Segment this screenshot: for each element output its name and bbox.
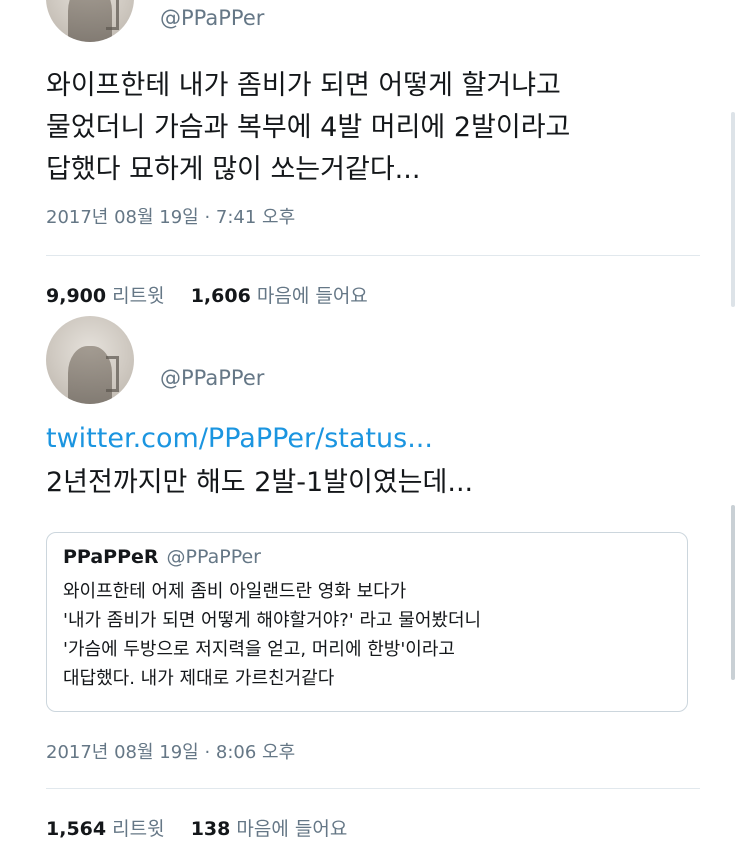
tweet-stats: 1,564 리트윗 138 마음에 들어요 <box>46 814 347 841</box>
quoted-user-name: PPaPPeR <box>63 546 159 568</box>
like-label[interactable]: 마음에 들어요 <box>236 818 347 840</box>
tweet-timestamp[interactable]: 2017년 08월 19일 · 7:41 오후 <box>46 203 295 229</box>
tweet-timestamp[interactable]: 2017년 08월 19일 · 8:06 오후 <box>46 738 295 764</box>
quoted-tweet[interactable]: PPaPPeR @PPaPPer 와이프한테 어제 좀비 아일랜드란 영화 보다가… <box>46 532 688 712</box>
user-handle[interactable]: @PPaPPer <box>160 6 264 30</box>
divider <box>46 255 700 256</box>
quoted-text-line: '내가 좀비가 되면 어떻게 해야할거야?' 라고 물어봤더니 <box>63 610 482 631</box>
tweet[interactable]: @PPaPPer twitter.com/PPaPPer/status... 2… <box>0 316 700 845</box>
quoted-text-line: '가슴에 두방으로 저지력을 얻고, 머리에 한방'이라고 <box>63 639 455 660</box>
user-handle[interactable]: @PPaPPer <box>160 366 264 390</box>
retweet-label[interactable]: 리트윗 <box>112 285 164 307</box>
tweet-text-line: 와이프한테 내가 좀비가 되면 어떻게 할거냐고 <box>46 70 561 101</box>
tweet-text: 2년전까지만 해도 2발-1발이였는데... <box>46 462 473 504</box>
like-count[interactable]: 138 <box>191 818 231 840</box>
avatar-mark <box>106 356 119 392</box>
tweet-text: 와이프한테 내가 좀비가 되면 어떻게 할거냐고 물었더니 가슴과 복부에 4발… <box>46 65 570 191</box>
scrollbar-thumb[interactable] <box>731 505 735 680</box>
quoted-user-handle: @PPaPPer <box>166 546 261 568</box>
tweet-stats: 9,900 리트윗 1,606 마음에 들어요 <box>46 281 368 308</box>
quoted-tweet-text: 와이프한테 어제 좀비 아일랜드란 영화 보다가 '내가 좀비가 되면 어떻게 … <box>63 577 481 693</box>
avatar-mark <box>106 0 119 30</box>
avatar[interactable] <box>46 0 134 42</box>
avatar[interactable] <box>46 316 134 404</box>
quoted-text-line: 와이프한테 어제 좀비 아일랜드란 영화 보다가 <box>63 581 407 602</box>
tweet[interactable]: @PPaPPer 와이프한테 내가 좀비가 되면 어떻게 할거냐고 물었더니 가… <box>0 0 700 325</box>
retweet-count[interactable]: 1,564 <box>46 818 106 840</box>
scrollbar[interactable] <box>731 112 735 307</box>
like-label[interactable]: 마음에 들어요 <box>257 285 368 307</box>
status-link[interactable]: twitter.com/PPaPPer/status... <box>46 423 433 454</box>
like-count[interactable]: 1,606 <box>191 285 251 307</box>
retweet-label[interactable]: 리트윗 <box>112 818 164 840</box>
quoted-tweet-header: PPaPPeR @PPaPPer <box>63 546 261 568</box>
tweet-text-line: 2년전까지만 해도 2발-1발이였는데... <box>46 467 474 498</box>
tweet-text-line: 물었더니 가슴과 복부에 4발 머리에 2발이라고 <box>46 112 571 143</box>
quoted-text-line: 대답했다. 내가 제대로 가르친거같다 <box>63 668 335 689</box>
tweet-text-line: 답했다 묘하게 많이 쏘는거같다... <box>46 154 421 185</box>
divider <box>46 788 700 789</box>
retweet-count[interactable]: 9,900 <box>46 285 106 307</box>
